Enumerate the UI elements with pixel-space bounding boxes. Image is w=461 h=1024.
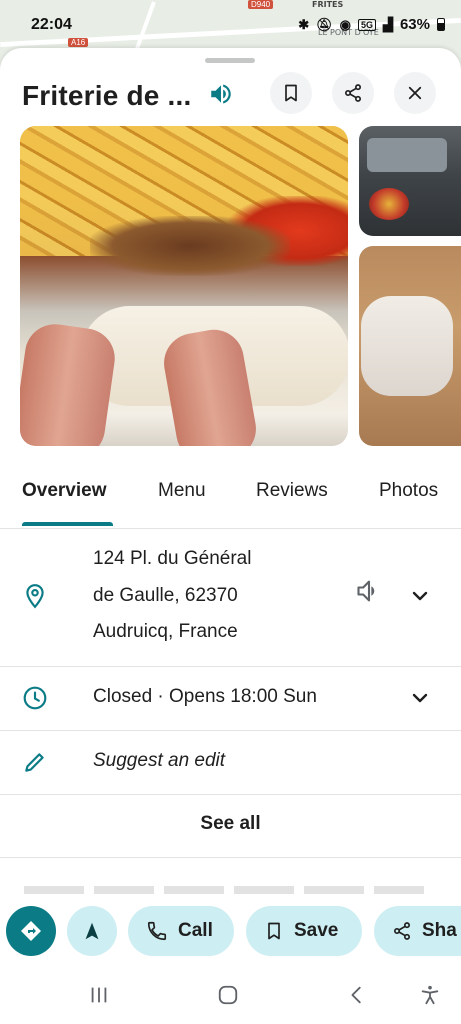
mute-icon: 🔕︎ [316,16,333,32]
navigation-arrow-icon [85,922,99,940]
see-all-button[interactable]: See all [0,813,461,835]
pronounce-speaker-icon[interactable] [208,81,234,107]
address-row[interactable]: 124 Pl. du Général de Gaulle, 62370 Audr… [0,529,461,667]
bookmark-icon [285,84,297,102]
photo-van-logo [369,188,409,220]
tab-menu[interactable]: Menu [158,480,206,502]
share-icon [345,84,361,102]
chevron-down-icon[interactable] [408,584,432,608]
close-button[interactable] [394,72,436,114]
photo-wrap [361,296,453,396]
photo-main[interactable] [20,126,348,446]
place-tabs: Overview Menu Reviews Photos [0,470,461,529]
location-pin-icon [26,584,44,609]
address-speaker-icon[interactable] [355,577,383,605]
photo-wrapped-food[interactable] [359,246,461,446]
accessibility-icon[interactable] [419,984,441,1006]
chevron-down-icon[interactable] [408,686,432,710]
signal-icon: ▟ [382,16,393,32]
address-line-2: de Gaulle, 62370 [93,585,238,606]
recent-apps-icon[interactable] [88,984,110,1006]
status-icons: ✱ 🔕︎ ◉ 5G ▟ 63% [298,16,445,33]
save-bookmark-button[interactable] [270,72,312,114]
start-navigation-button[interactable] [67,906,117,956]
phone-icon [147,921,167,941]
status-time: 22:04 [31,16,72,33]
photo-finger [20,320,119,446]
battery-percent: 63% [399,16,430,33]
share-button[interactable] [332,72,374,114]
home-icon[interactable] [217,984,239,1006]
location-icon: ◉ [339,16,351,32]
partially-hidden-text [24,886,424,894]
map-label-frites: FRITES [312,0,344,9]
share-icon [394,922,410,940]
tab-active-indicator [22,522,113,526]
share-label: Sha [422,920,457,941]
bookmark-icon [268,922,280,940]
tab-reviews[interactable]: Reviews [256,480,328,502]
bluetooth-icon: ✱ [298,16,310,32]
photo-van-window [367,138,447,172]
suggest-edit-row[interactable]: Suggest an edit [0,731,461,795]
suggest-edit-label: Suggest an edit [93,750,226,771]
save-button[interactable]: Save [246,906,362,956]
tab-overview[interactable]: Overview [22,480,107,502]
network-badge: 5G [357,18,376,31]
drag-handle[interactable] [205,58,255,63]
back-icon[interactable] [346,984,368,1006]
share-place-button[interactable]: Sha [374,906,461,956]
status-bar: 22:04 ✱ 🔕︎ ◉ 5G ▟ 63% [0,10,461,40]
battery-icon [437,18,445,31]
directions-icon [21,921,41,941]
save-label: Save [294,920,339,941]
map-road-shield: D940 [248,0,274,9]
system-nav-bar [0,966,461,1024]
see-all-row[interactable]: See all [0,795,461,858]
clock-icon [23,686,47,710]
hours-status: Closed · Opens 18:00 Sun [93,686,317,707]
photo-meat [90,216,290,276]
call-button[interactable]: Call [128,906,234,956]
close-icon [408,86,422,100]
hours-row[interactable]: Closed · Opens 18:00 Sun [0,666,461,731]
pencil-icon [25,753,44,772]
place-title: Friterie de ... [22,80,192,111]
action-bar: Call Save Sha [0,902,461,962]
tab-photos[interactable]: Photos [379,480,438,502]
photo-storefront-van[interactable] [359,126,461,236]
address-line-1: 124 Pl. du Général [93,548,252,569]
address-line-3: Audruicq, France [93,621,238,642]
directions-button[interactable] [6,906,56,956]
call-label: Call [178,920,213,941]
